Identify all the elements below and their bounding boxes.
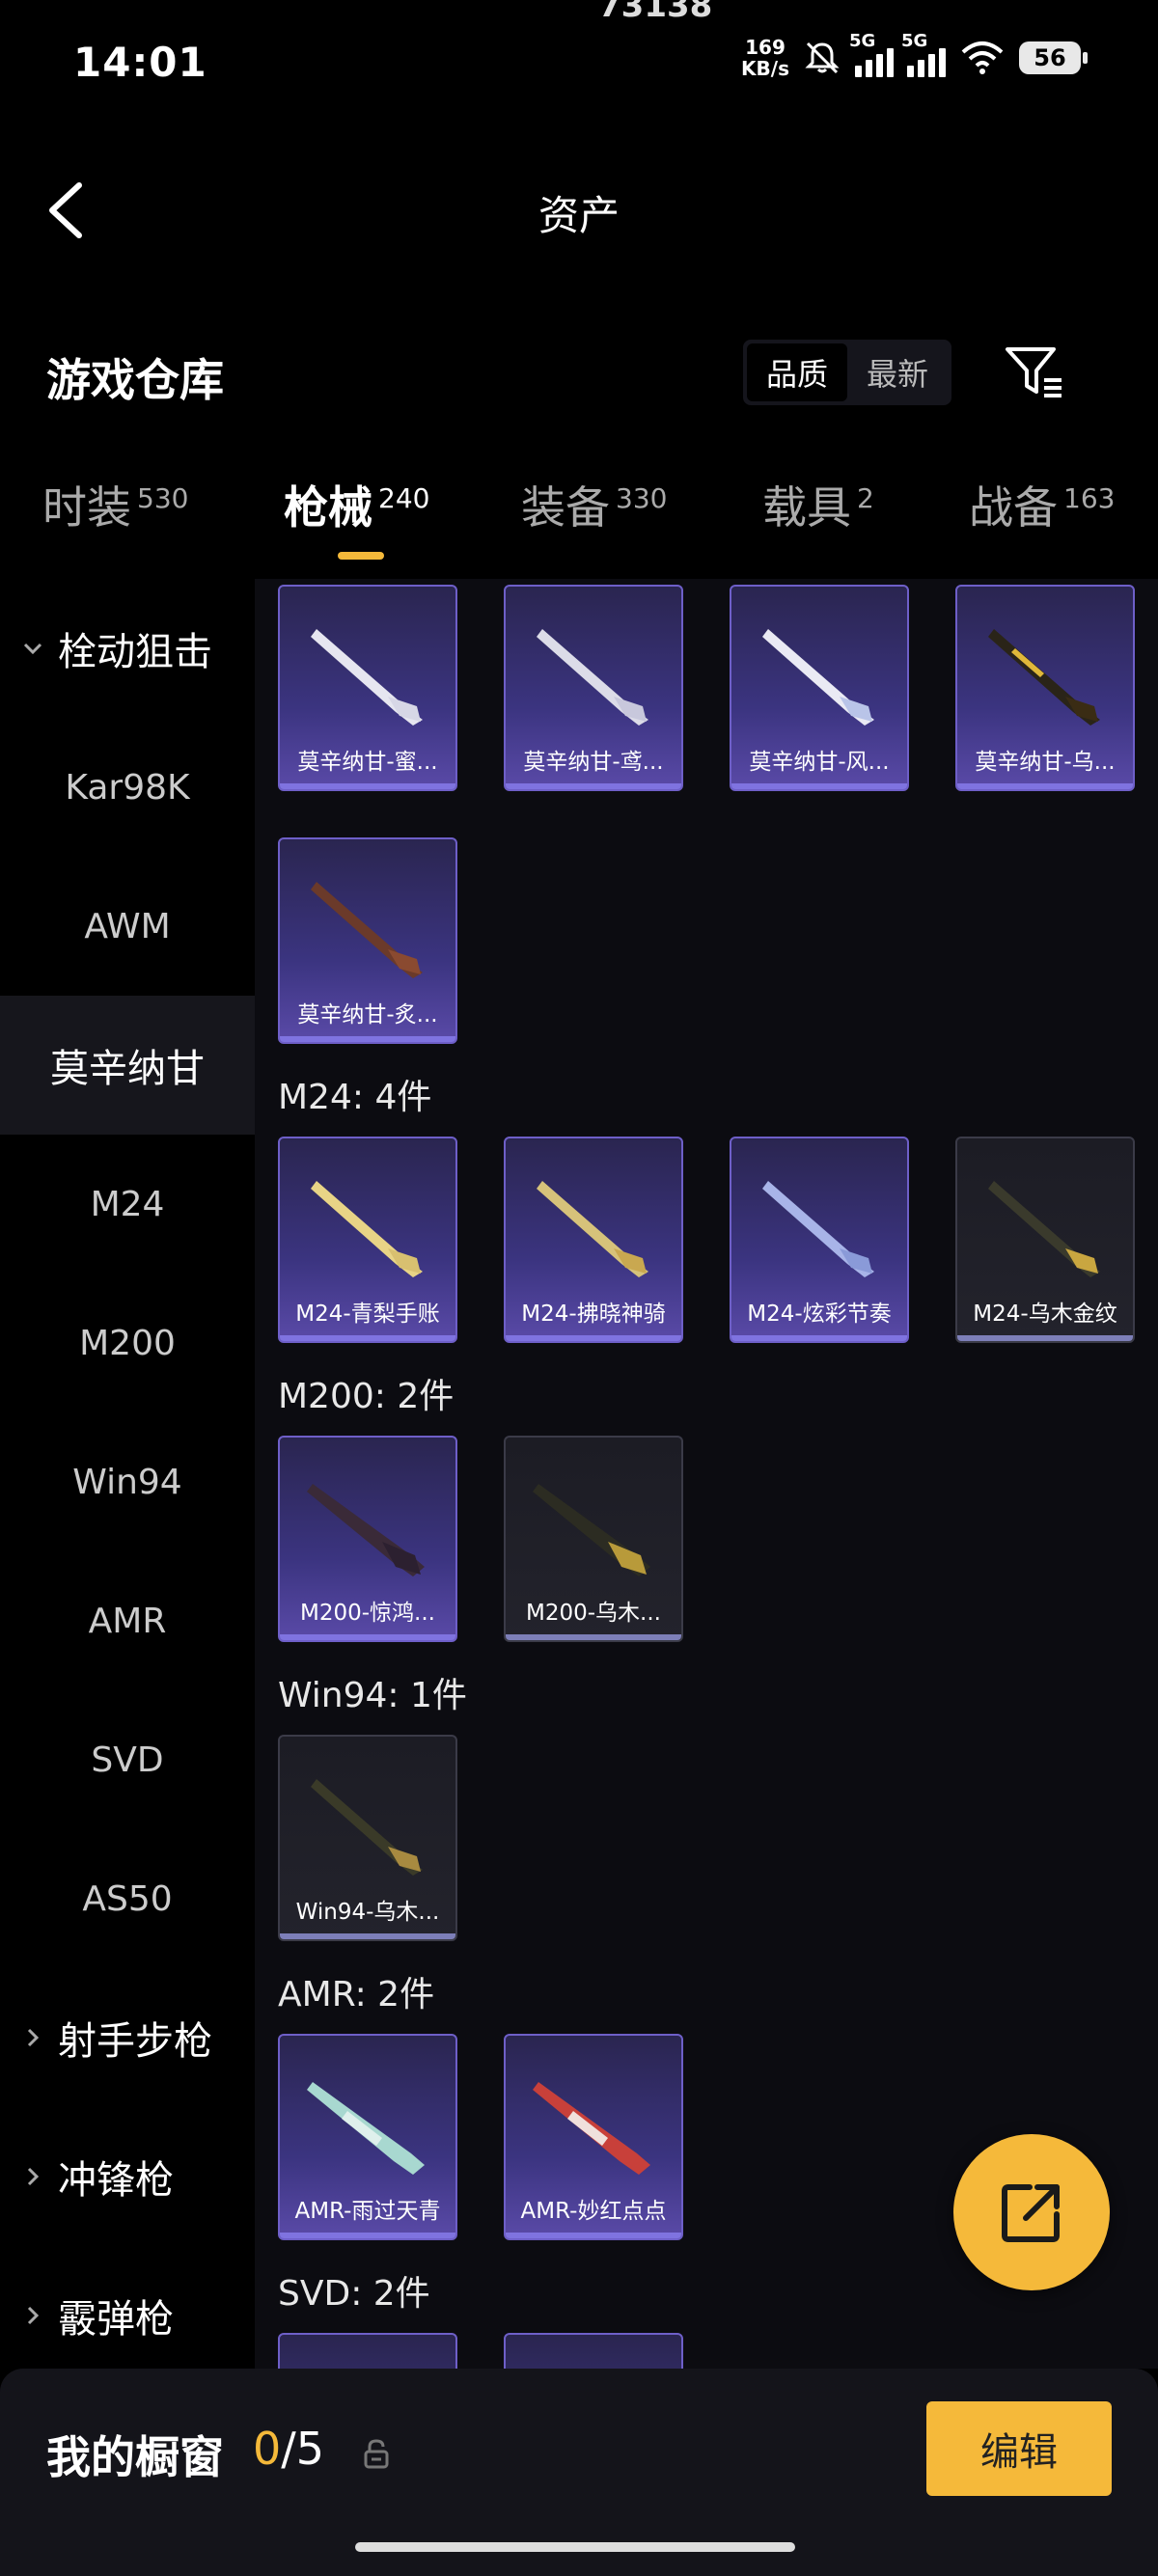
sidebar-item-as50[interactable]: AS50 <box>0 1829 255 1968</box>
tab-gear[interactable]: 战备 163 <box>969 473 1115 536</box>
tab-fashion[interactable]: 时装 530 <box>42 473 188 536</box>
skin-grid: 莫辛纳甘-蜜... 莫辛纳甘-鸢... 莫辛纳甘-风... 莫辛纳甘-乌... … <box>255 579 1158 2369</box>
status-bar: 73138 14:01 169 KB/s 5G 5G 56 <box>0 0 1158 125</box>
skin-card[interactable]: M200-惊鸿... <box>278 1436 457 1642</box>
skin-card[interactable]: M24-乌木金纹 <box>955 1137 1135 1343</box>
section-title-m24: M24: 4件 <box>278 1078 432 1117</box>
sort-toggle[interactable]: 品质 最新 <box>743 340 951 405</box>
skin-card[interactable]: AMR-雨过天青 <box>278 2034 457 2240</box>
sidebar-item-amr[interactable]: AMR <box>0 1551 255 1690</box>
status-time: 14:01 <box>73 39 207 86</box>
skin-card[interactable] <box>504 2333 683 2369</box>
rifle-icon <box>311 882 423 978</box>
skin-card[interactable]: M24-青梨手账 <box>278 1137 457 1343</box>
edit-button[interactable]: 编辑 <box>926 2401 1112 2496</box>
rifle-icon <box>307 2082 425 2175</box>
chevron-right-icon <box>27 2306 40 2325</box>
share-button[interactable] <box>953 2134 1110 2290</box>
showcase-label: 我的橱窗 <box>46 2431 224 2483</box>
skin-card[interactable]: 莫辛纳甘-鸢... <box>504 585 683 791</box>
section-title-m200: M200: 2件 <box>278 1377 455 1416</box>
weapon-sidebar: 栓动狙击 Kar98K AWM 莫辛纳甘 M24 M200 Win94 AMR … <box>0 579 255 2369</box>
battery-icon: 56 <box>1019 41 1088 74</box>
sidebar-group-bolt-action[interactable]: 栓动狙击 <box>0 579 255 718</box>
rifle-icon <box>988 629 1100 726</box>
signal-sim1-icon: 5G <box>849 31 894 77</box>
rifle-icon <box>762 1181 874 1277</box>
sidebar-group-smg[interactable]: 冲锋枪 <box>0 2107 255 2246</box>
skin-card[interactable]: M200-乌木... <box>504 1436 683 1642</box>
rifle-icon <box>311 629 423 726</box>
page-title: 资产 <box>538 192 620 239</box>
sidebar-item-m24[interactable]: M24 <box>0 1135 255 1274</box>
rifle-icon <box>307 1484 425 1576</box>
sidebar-item-m200[interactable]: M200 <box>0 1274 255 1412</box>
rifle-icon <box>533 2082 650 2175</box>
sidebar-item-kar98k[interactable]: Kar98K <box>0 718 255 857</box>
signal-sim2-icon: 5G <box>901 31 946 77</box>
skin-card[interactable]: M24-拂晓神骑 <box>504 1137 683 1343</box>
status-top-text: 73138 <box>598 0 713 25</box>
net-speed: 169 KB/s <box>741 36 789 80</box>
rifle-icon <box>537 1181 648 1277</box>
wifi-icon <box>961 41 1004 74</box>
sort-option-quality[interactable]: 品质 <box>747 343 847 401</box>
section-title-svd: SVD: 2件 <box>278 2274 430 2314</box>
status-icons: 169 KB/s 5G 5G 56 <box>741 31 1088 80</box>
share-external-icon <box>1002 2184 1060 2242</box>
mute-bell-icon <box>805 41 840 74</box>
rifle-icon <box>537 629 648 726</box>
skin-card[interactable] <box>278 2333 457 2369</box>
tab-equipment[interactable]: 装备 330 <box>521 473 667 536</box>
category-tabs: 时装 530 枪械 240 装备 330 载具 2 战备 163 <box>0 473 1158 560</box>
chevron-right-icon <box>27 2167 40 2186</box>
skin-card[interactable]: 莫辛纳甘-乌... <box>955 585 1135 791</box>
skin-card[interactable]: M24-炫彩节奏 <box>730 1137 909 1343</box>
sidebar-item-win94[interactable]: Win94 <box>0 1412 255 1551</box>
skin-card[interactable]: 莫辛纳甘-蜜... <box>278 585 457 791</box>
section-title-amr: AMR: 2件 <box>278 1975 435 2014</box>
tab-vehicles[interactable]: 载具 2 <box>762 473 874 536</box>
rifle-icon <box>533 1484 650 1576</box>
sidebar-group-dmr[interactable]: 射手步枪 <box>0 1968 255 2107</box>
filter-icon[interactable] <box>1004 343 1065 401</box>
rifle-icon <box>762 629 874 726</box>
rifle-icon <box>311 1779 423 1876</box>
warehouse-label: 游戏仓库 <box>46 354 224 406</box>
skin-card[interactable]: 莫辛纳甘-炙... <box>278 837 457 1044</box>
home-indicator[interactable] <box>355 2542 795 2552</box>
tab-weapons[interactable]: 枪械 240 <box>284 473 429 536</box>
rifle-icon <box>311 1181 423 1277</box>
showcase-count: 0/5 <box>253 2423 325 2475</box>
sidebar-group-shotgun[interactable]: 霰弹枪 <box>0 2246 255 2385</box>
section-title-win94: Win94: 1件 <box>278 1676 467 1715</box>
sidebar-item-awm[interactable]: AWM <box>0 857 255 996</box>
rifle-icon <box>988 1181 1100 1277</box>
sidebar-item-mosin[interactable]: 莫辛纳甘 <box>0 996 255 1135</box>
showcase-bar: 我的橱窗 0/5 编辑 <box>0 2369 1158 2576</box>
skin-card[interactable]: 莫辛纳甘-风... <box>730 585 909 791</box>
chevron-down-icon <box>23 643 42 655</box>
active-tab-indicator <box>338 552 384 560</box>
chevron-right-icon <box>27 2028 40 2047</box>
sort-option-newest[interactable]: 最新 <box>847 343 948 401</box>
lock-icon <box>364 2439 389 2469</box>
skin-card[interactable]: Win94-乌木... <box>278 1735 457 1941</box>
sidebar-item-svd[interactable]: SVD <box>0 1690 255 1829</box>
skin-card[interactable]: AMR-妙红点点 <box>504 2034 683 2240</box>
